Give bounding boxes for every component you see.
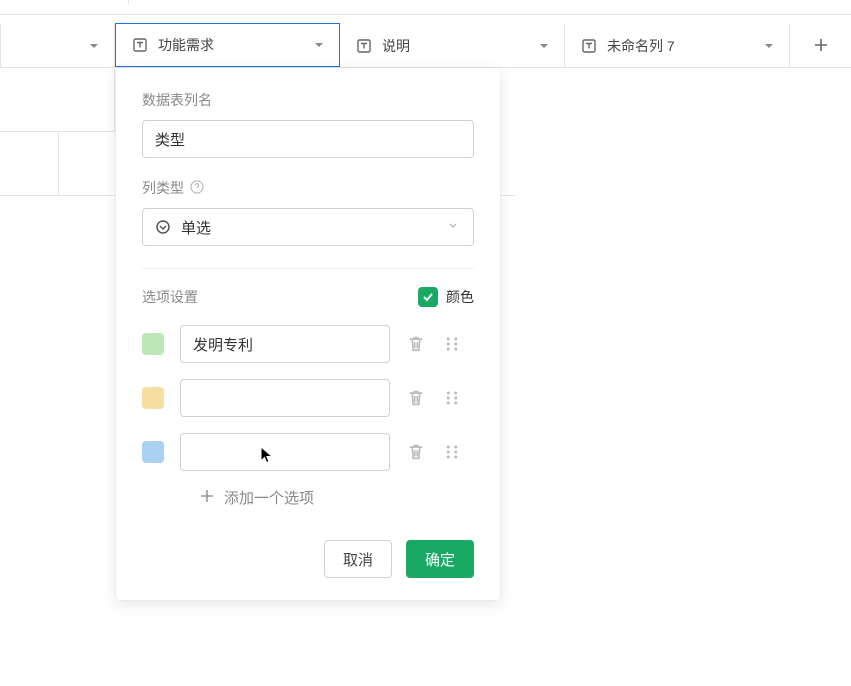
column-header-3[interactable]: 未命名列 7	[565, 24, 790, 68]
column-header-row: 功能需求 说明 未命名列 7	[0, 24, 851, 68]
cancel-button-label: 取消	[343, 549, 373, 570]
text-column-icon	[581, 38, 597, 54]
column-header-0[interactable]	[0, 24, 115, 68]
confirm-button[interactable]: 确定	[406, 540, 474, 578]
text-column-icon	[356, 38, 372, 54]
plus-icon	[813, 37, 829, 56]
option-input[interactable]	[180, 379, 390, 417]
delete-option-button[interactable]	[406, 388, 426, 408]
color-swatch[interactable]	[142, 333, 164, 355]
column-header-1[interactable]: 功能需求	[115, 23, 340, 67]
table-cell[interactable]	[0, 132, 59, 196]
drag-handle-icon[interactable]	[442, 442, 462, 462]
column-header-2[interactable]: 说明	[340, 24, 565, 68]
chevron-down-icon	[447, 219, 459, 236]
chevron-down-icon	[538, 40, 550, 52]
column-header-label: 未命名列 7	[607, 36, 675, 56]
options-section-label: 选项设置	[142, 287, 198, 307]
column-name-input[interactable]	[142, 120, 474, 158]
help-icon[interactable]	[190, 180, 204, 197]
color-swatch[interactable]	[142, 441, 164, 463]
chevron-down-icon	[313, 39, 325, 51]
plus-icon	[200, 489, 214, 507]
column-type-label-text: 列类型	[142, 178, 184, 198]
table-cell[interactable]	[0, 68, 115, 132]
divider	[142, 268, 474, 269]
option-row	[142, 379, 474, 417]
column-edit-popover: 数据表列名 列类型 单选 选项设置 颜色	[116, 68, 500, 600]
delete-option-button[interactable]	[406, 442, 426, 462]
column-type-select[interactable]: 单选	[142, 208, 474, 246]
toolbar: 排序 查找 表单	[0, 0, 851, 15]
delete-option-button[interactable]	[406, 334, 426, 354]
cancel-button[interactable]: 取消	[324, 540, 392, 578]
color-swatch[interactable]	[142, 387, 164, 409]
option-input[interactable]	[180, 433, 390, 471]
color-toggle-label: 颜色	[446, 287, 474, 307]
text-column-icon	[132, 37, 148, 53]
add-option-button[interactable]: 添加一个选项	[200, 487, 474, 508]
color-toggle-checkbox[interactable]	[418, 287, 438, 307]
single-select-icon	[155, 219, 171, 235]
add-option-label: 添加一个选项	[224, 487, 314, 508]
column-header-label: 功能需求	[158, 35, 214, 55]
column-type-label: 列类型	[142, 178, 474, 198]
option-row	[142, 433, 474, 471]
divider	[128, 0, 129, 4]
confirm-button-label: 确定	[425, 549, 455, 570]
column-name-label: 数据表列名	[142, 90, 474, 110]
drag-handle-icon[interactable]	[442, 334, 462, 354]
drag-handle-icon[interactable]	[442, 388, 462, 408]
option-row	[142, 325, 474, 363]
add-column-button[interactable]	[790, 24, 851, 68]
column-type-value: 单选	[181, 217, 211, 238]
chevron-down-icon	[88, 40, 100, 52]
column-header-label: 说明	[382, 36, 410, 56]
option-input[interactable]	[180, 325, 390, 363]
chevron-down-icon	[763, 40, 775, 52]
